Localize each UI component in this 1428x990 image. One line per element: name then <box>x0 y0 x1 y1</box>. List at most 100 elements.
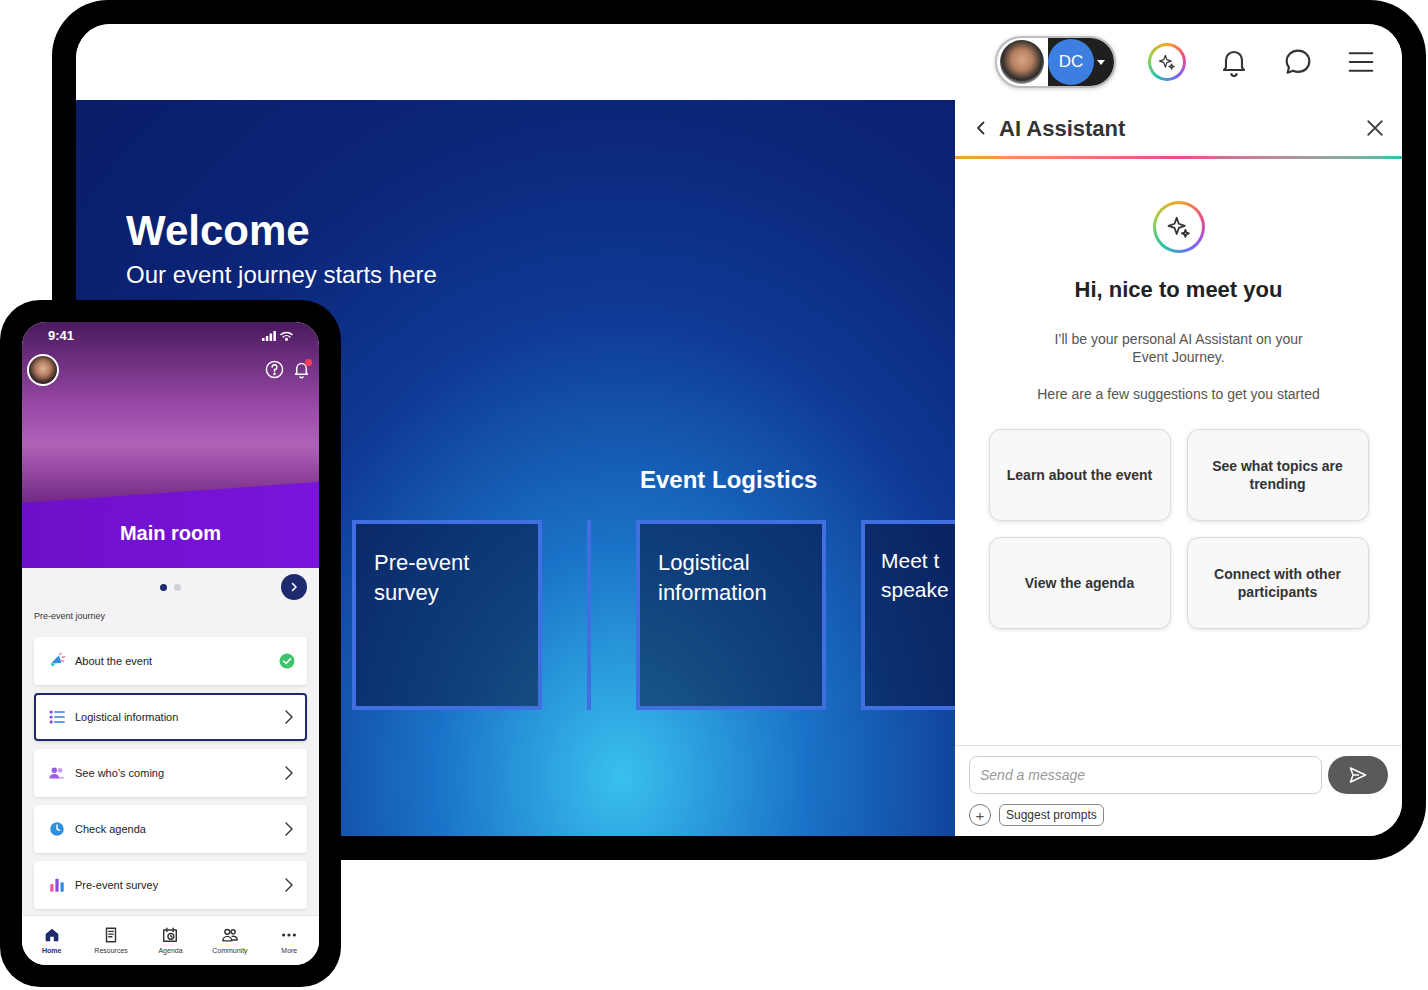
greeting: Hi, nice to meet you <box>1075 273 1283 306</box>
list-icon <box>48 708 66 726</box>
label: Resources <box>94 947 127 955</box>
canvas: DC Welcome Our event journey starts here <box>0 0 1428 990</box>
label: Meet t speake <box>881 546 953 604</box>
clock-icon <box>48 820 66 838</box>
graphic-icon <box>161 926 179 944</box>
nav-item[interactable]: Agenda <box>141 916 200 965</box>
assistant-logo <box>1153 201 1205 253</box>
chevron-right-icon <box>281 877 295 893</box>
profile-switcher[interactable]: DC <box>995 36 1116 88</box>
label: Logistical information <box>75 709 272 726</box>
graphic-icon <box>48 708 66 726</box>
status-time: 9:41 <box>48 326 74 346</box>
wifi-icon <box>280 331 293 341</box>
journey-list: About the event Logistical information See… <box>22 628 319 909</box>
hero-card[interactable]: Pre-event survey <box>352 520 542 710</box>
bell-icon[interactable] <box>1218 46 1250 78</box>
more-icon <box>280 926 298 944</box>
send-icon <box>1348 765 1368 785</box>
page-dots <box>60 584 281 591</box>
nav-item[interactable]: Resources <box>81 916 140 965</box>
graphic-icon <box>48 764 66 782</box>
graphic-icon <box>280 926 298 944</box>
send-button[interactable] <box>1328 756 1388 794</box>
top-bar: DC <box>76 24 1402 100</box>
bottom-nav: Home Resources Agenda Community More <box>22 915 319 965</box>
ai-assistant-panel: AI Assistant Hi, nice to meet you I’ll b… <box>955 100 1402 836</box>
journey-item[interactable]: See who’s coming <box>34 749 307 797</box>
initials-avatar[interactable]: DC <box>1048 39 1094 85</box>
nav-item[interactable]: Home <box>22 916 81 965</box>
next-button[interactable] <box>281 574 307 600</box>
suggest-prompts-button[interactable]: Suggest prompts <box>999 804 1104 826</box>
page-dot[interactable] <box>174 584 181 591</box>
gradient-divider <box>955 156 1402 159</box>
page-dot[interactable] <box>160 584 167 591</box>
check-icon <box>279 653 295 669</box>
phone-avatar[interactable] <box>27 354 59 386</box>
journey-item[interactable]: Logistical information <box>34 693 307 741</box>
graphic-icon <box>48 652 66 670</box>
graphic-icon <box>102 926 120 944</box>
phone-device: 9:41 <box>0 300 341 987</box>
nav-item[interactable]: More <box>260 916 319 965</box>
panel-title: AI Assistant <box>999 112 1125 145</box>
journey-item[interactable]: Check agenda <box>34 805 307 853</box>
suggestion-card[interactable]: Connect with other participants <box>1187 537 1369 629</box>
hero-cards: Pre-event survey Logistical information Me… <box>352 520 955 710</box>
home-icon <box>43 926 61 944</box>
chevron-right-icon <box>289 582 299 592</box>
panel-header: AI Assistant <box>955 100 1402 156</box>
graphic-icon <box>48 820 66 838</box>
ai-assistant-button[interactable] <box>1148 43 1186 81</box>
user-photo <box>1000 40 1044 84</box>
chevron-right-icon <box>281 765 295 781</box>
label: Home <box>42 947 61 955</box>
sparkle-icon <box>1165 213 1193 241</box>
phone-screen: 9:41 <box>22 322 319 965</box>
label: About the event <box>75 653 270 670</box>
message-input[interactable] <box>969 756 1322 794</box>
suggestion-card[interactable]: View the agenda <box>989 537 1171 629</box>
community-icon <box>221 926 239 944</box>
carousel-controls <box>22 568 319 606</box>
hero-card[interactable]: Meet t speake <box>861 520 955 710</box>
journey-item[interactable]: Pre-event survey <box>34 861 307 909</box>
card-divider <box>587 520 591 710</box>
nav-item[interactable]: Community <box>200 916 259 965</box>
label: More <box>281 947 297 955</box>
suggestions-label: Here are a few suggestions to get you st… <box>1037 384 1320 405</box>
journey-item[interactable]: About the event <box>34 637 307 685</box>
room-title-bar: Main room <box>22 482 319 568</box>
graphic-icon <box>221 926 239 944</box>
hero-card[interactable]: Logistical information <box>636 520 826 710</box>
caret-down-icon[interactable] <box>1096 57 1106 67</box>
close-icon[interactable] <box>1366 119 1384 137</box>
label: Pre-event survey <box>374 548 524 608</box>
chat-icon[interactable] <box>1282 46 1314 78</box>
chevron-right-icon <box>281 709 295 725</box>
resources-icon <box>102 926 120 944</box>
label: Pre-event survey <box>75 877 272 894</box>
menu-icon[interactable] <box>1346 47 1376 77</box>
hero-subtitle: Our event journey starts here <box>126 260 955 290</box>
room-title: Main room <box>120 518 221 548</box>
section-title: Event Logistics <box>640 466 955 494</box>
megaphone-icon <box>48 652 66 670</box>
sparkle-icon <box>1157 52 1177 72</box>
help-icon[interactable] <box>265 360 284 379</box>
add-button[interactable]: + <box>969 804 991 826</box>
signal-icon <box>262 331 276 341</box>
chevron-right-icon <box>281 821 295 837</box>
hero-title: Welcome <box>126 208 955 254</box>
label: Agenda <box>158 947 182 955</box>
label: Community <box>212 947 247 955</box>
back-chevron-icon[interactable] <box>973 120 989 136</box>
people-icon <box>48 764 66 782</box>
suggestion-card[interactable]: Learn about the event <box>989 429 1171 521</box>
graphic-icon <box>43 926 61 944</box>
suggestion-card[interactable]: See what topics are trending <box>1187 429 1369 521</box>
room-header: 9:41 <box>22 322 319 568</box>
suggestion-grid: Learn about the eventSee what topics are… <box>989 429 1369 629</box>
label: See who’s coming <box>75 765 272 782</box>
